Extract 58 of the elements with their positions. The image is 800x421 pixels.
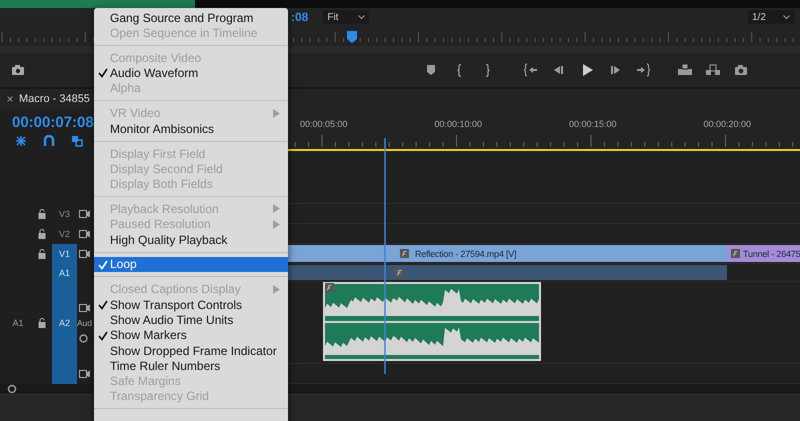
audio-clip[interactable] [323,282,541,361]
menu-item[interactable]: Audio Waveform [94,65,288,81]
fx-badge-icon [325,283,334,292]
ruler-label: 00:00:05:00 [300,119,348,129]
ruler-label: 00:00:15:00 [569,119,617,129]
timecode: 00:00:07:08 [12,114,94,130]
menu-item[interactable]: Time Ruler Numbers [94,358,288,374]
close-button[interactable]: × [4,92,16,106]
video-clip[interactable] [288,245,390,262]
track-target[interactable]: A1 [52,264,77,282]
scroll-handle-icon [7,384,17,394]
track-target[interactable]: V3 [52,204,77,224]
fx-badge-icon [731,249,740,258]
menu-item[interactable]: Show Audio Time Units [94,312,288,328]
snap-icon [43,134,55,146]
video-clip[interactable]: Tunnel - 26475 [727,245,800,262]
linked-selection-icon [71,134,83,146]
caret-icon [783,14,790,20]
clip-name: Tunnel - 26475 [743,248,800,258]
lock-icon [38,209,46,219]
menu-item[interactable]: Show Markers [94,328,288,343]
track-toggle-icon [79,250,90,258]
track-target[interactable]: V1 [52,244,77,264]
ruler-label: 00:00:20:00 [704,119,752,129]
resolution-dropdown[interactable]: 1/2 [748,10,794,24]
menu-item[interactable]: Loop [94,256,288,272]
track-toggle-icon [79,370,90,378]
playhead-icon[interactable] [347,31,357,43]
clip-name: Reflection - 27594.mp4 [V] [415,248,516,258]
source-patch[interactable]: A1 [0,318,36,328]
nest-icon [15,134,27,146]
lock-icon [38,229,46,239]
menu-item[interactable]: High Quality Playback [94,232,288,248]
track-toggle-icon [79,230,90,238]
track-target[interactable]: A2 [52,282,77,364]
track-target[interactable] [52,364,77,384]
fx-badge-icon [400,249,409,258]
zoom-dropdown[interactable]: Fit [323,10,370,24]
menu-item[interactable]: Show Dropped Frame Indicator [94,342,288,358]
panel-title: Macro - 34855 [19,93,90,105]
mark-in-icon [456,64,462,76]
lock-icon [38,318,46,328]
menu-item[interactable]: Monitor Ambisonics [94,120,288,136]
ruler-label: 00:00:10:00 [434,119,482,129]
track-toggle-icon [79,210,90,218]
camera-icon [11,64,25,76]
video-clip[interactable]: Reflection - 27594.mp4 [V] [390,245,727,262]
track-toggle-icon [79,304,90,312]
menu-item[interactable]: Show Transport Controls [94,297,288,312]
caret-icon [358,14,366,20]
menu-item[interactable]: Gang Source and Program [94,10,288,26]
mark-out-icon [484,64,490,76]
track-target[interactable]: V2 [52,224,77,244]
lock-icon [38,249,46,259]
fx-badge-icon [395,268,404,277]
track-name: Aud [77,318,92,328]
timecode: :08 [291,10,308,24]
volume-knob-icon [79,334,88,342]
